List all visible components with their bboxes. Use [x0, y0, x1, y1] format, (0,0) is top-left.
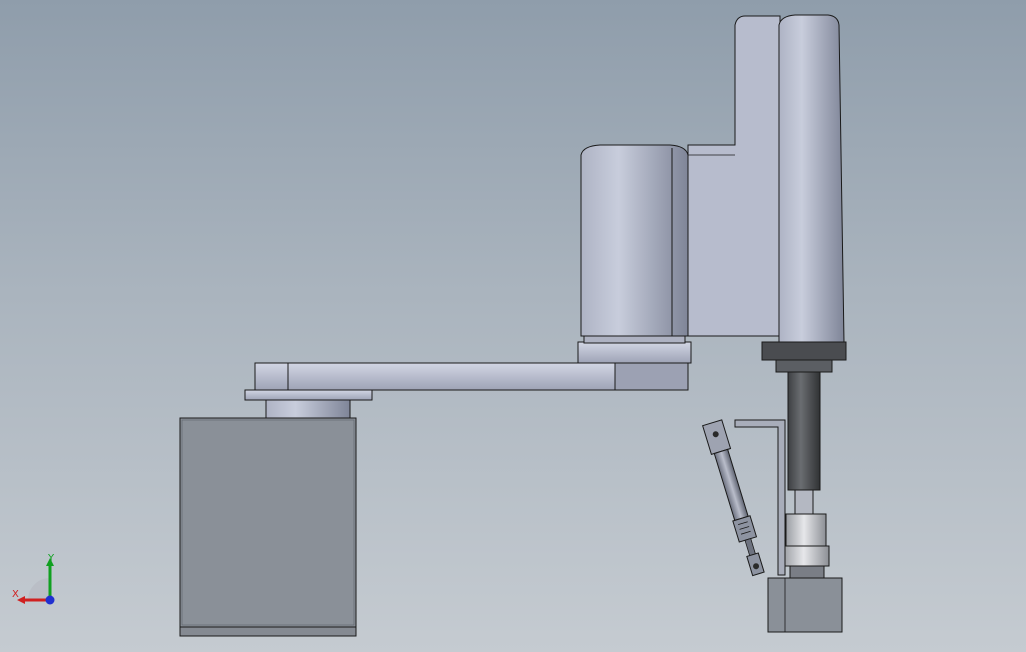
tool-sleeve: [782, 513, 830, 579]
y-axis-label: Y: [48, 553, 55, 564]
z-axis-column: [778, 14, 845, 343]
end-effector-block: [767, 577, 843, 633]
base-box: [179, 417, 357, 637]
base-joint-collar: [244, 389, 373, 419]
ball-screw-shaft: [787, 371, 821, 515]
cad-viewport[interactable]: Y X: [0, 0, 1026, 652]
elbow-flange: [577, 335, 692, 364]
x-axis-label: X: [12, 589, 19, 600]
lower-arm-link: [254, 362, 689, 391]
coordinate-triad: Y X: [8, 552, 68, 610]
z-axis-dot: [45, 595, 55, 605]
triad-plane: [28, 578, 50, 600]
pneumatic-cylinder: [702, 419, 765, 577]
elbow-motor-cylinder: [580, 144, 689, 337]
upper-arm-housing: [687, 15, 781, 337]
scara-robot-model[interactable]: [0, 0, 1026, 652]
spline-collar: [761, 341, 847, 373]
triad-axes: [17, 558, 55, 605]
